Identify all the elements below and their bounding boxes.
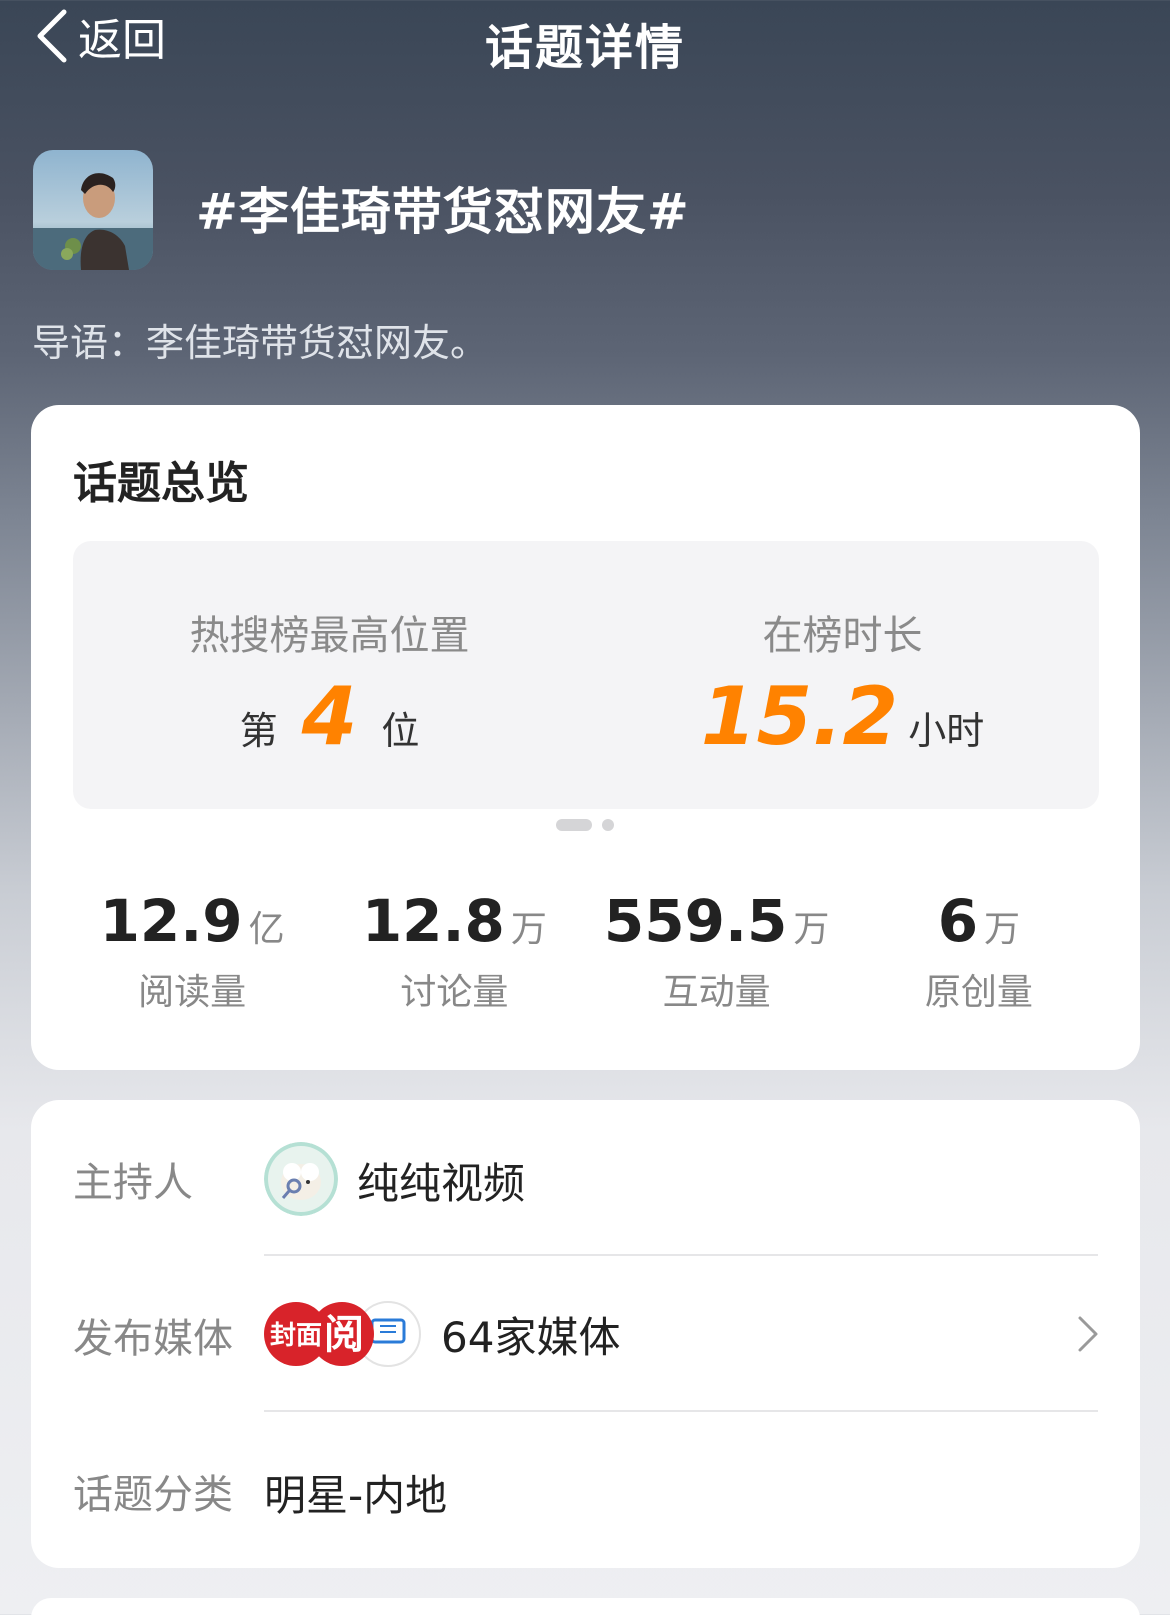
media-row[interactable]: 发布媒体 封面 阅 64家媒体 (31, 1256, 1140, 1412)
stat-unit: 万 (793, 909, 830, 950)
stat-value: 6 (937, 887, 979, 955)
stat-label: 阅读量 (138, 972, 247, 1013)
duration-number: 15.2 (700, 670, 899, 763)
stat-value: 12.8 (361, 887, 505, 955)
topic-avatar (33, 150, 153, 270)
rank-duration: 在榜时长 15.2 小时 (586, 541, 1099, 809)
stat-originals: 6 万 原创量 (848, 887, 1110, 1017)
stat-discussions: 12.8 万 讨论量 (323, 887, 585, 1017)
info-card: 主持人 纯纯视频 发布媒体 封面 阅 64家媒体 话题分类 明星-内地 (31, 1100, 1140, 1568)
stat-value: 559.5 (603, 887, 788, 955)
rank-label: 热搜榜最高位置 (189, 613, 470, 659)
stat-label: 互动量 (662, 972, 771, 1013)
host-row[interactable]: 主持人 纯纯视频 (31, 1100, 1140, 1256)
topic-title: #李佳琦带货怼网友# (196, 183, 690, 241)
host-label: 主持人 (73, 1160, 193, 1206)
rank-number: 4 (301, 670, 358, 763)
carousel-dot (602, 819, 614, 831)
stat-unit: 万 (510, 909, 547, 950)
rank-value: 第 4 位 (73, 677, 586, 757)
rank-prefix: 第 (239, 709, 278, 753)
stat-label: 讨论量 (400, 972, 509, 1013)
stat-unit: 亿 (248, 909, 285, 950)
duration-unit: 小时 (908, 709, 985, 753)
stat-value: 12.9 (99, 887, 243, 955)
carousel-indicator (556, 819, 614, 831)
page-title: 话题详情 (484, 20, 685, 76)
topic-intro: 导语：李佳琦带货怼网友。 (32, 321, 489, 365)
media-logos: 封面 阅 (264, 1294, 424, 1374)
duration-value: 15.2 小时 (586, 677, 1099, 757)
next-card (31, 1598, 1140, 1615)
rank-suffix: 位 (381, 709, 420, 753)
category-label: 话题分类 (73, 1472, 233, 1518)
host-avatar[interactable] (264, 1142, 338, 1216)
category-row: 话题分类 明星-内地 (31, 1412, 1140, 1568)
stats-row: 12.9 亿 阅读量 12.8 万 讨论量 559.5 万 互动量 6 万 原创… (61, 887, 1110, 1017)
stat-reads: 12.9 亿 阅读量 (61, 887, 323, 1017)
overview-heading: 话题总览 (73, 458, 249, 509)
media-logo-1-text: 封面 (270, 1321, 322, 1351)
chevron-right-icon[interactable] (1076, 1312, 1100, 1356)
category-value: 明星-内地 (264, 1471, 448, 1520)
host-name[interactable]: 纯纯视频 (357, 1150, 525, 1211)
media-logo-2-text: 阅 (324, 1312, 364, 1358)
rank-panel[interactable]: 热搜榜最高位置 第 4 位 在榜时长 15.2 小时 (73, 541, 1099, 809)
carousel-dot-active (556, 819, 592, 831)
rank-highest: 热搜榜最高位置 第 4 位 (73, 541, 586, 809)
stat-interactions: 559.5 万 互动量 (586, 887, 848, 1017)
overview-card: 话题总览 热搜榜最高位置 第 4 位 在榜时长 15.2 小时 12.9 亿 阅… (31, 405, 1140, 1070)
stat-unit: 万 (984, 909, 1021, 950)
duration-label: 在榜时长 (762, 613, 923, 659)
top-bar: 返回 话题详情 (0, 0, 1170, 76)
media-count[interactable]: 64家媒体 (441, 1304, 620, 1365)
media-label: 发布媒体 (73, 1316, 233, 1362)
stat-label: 原创量 (924, 972, 1033, 1013)
